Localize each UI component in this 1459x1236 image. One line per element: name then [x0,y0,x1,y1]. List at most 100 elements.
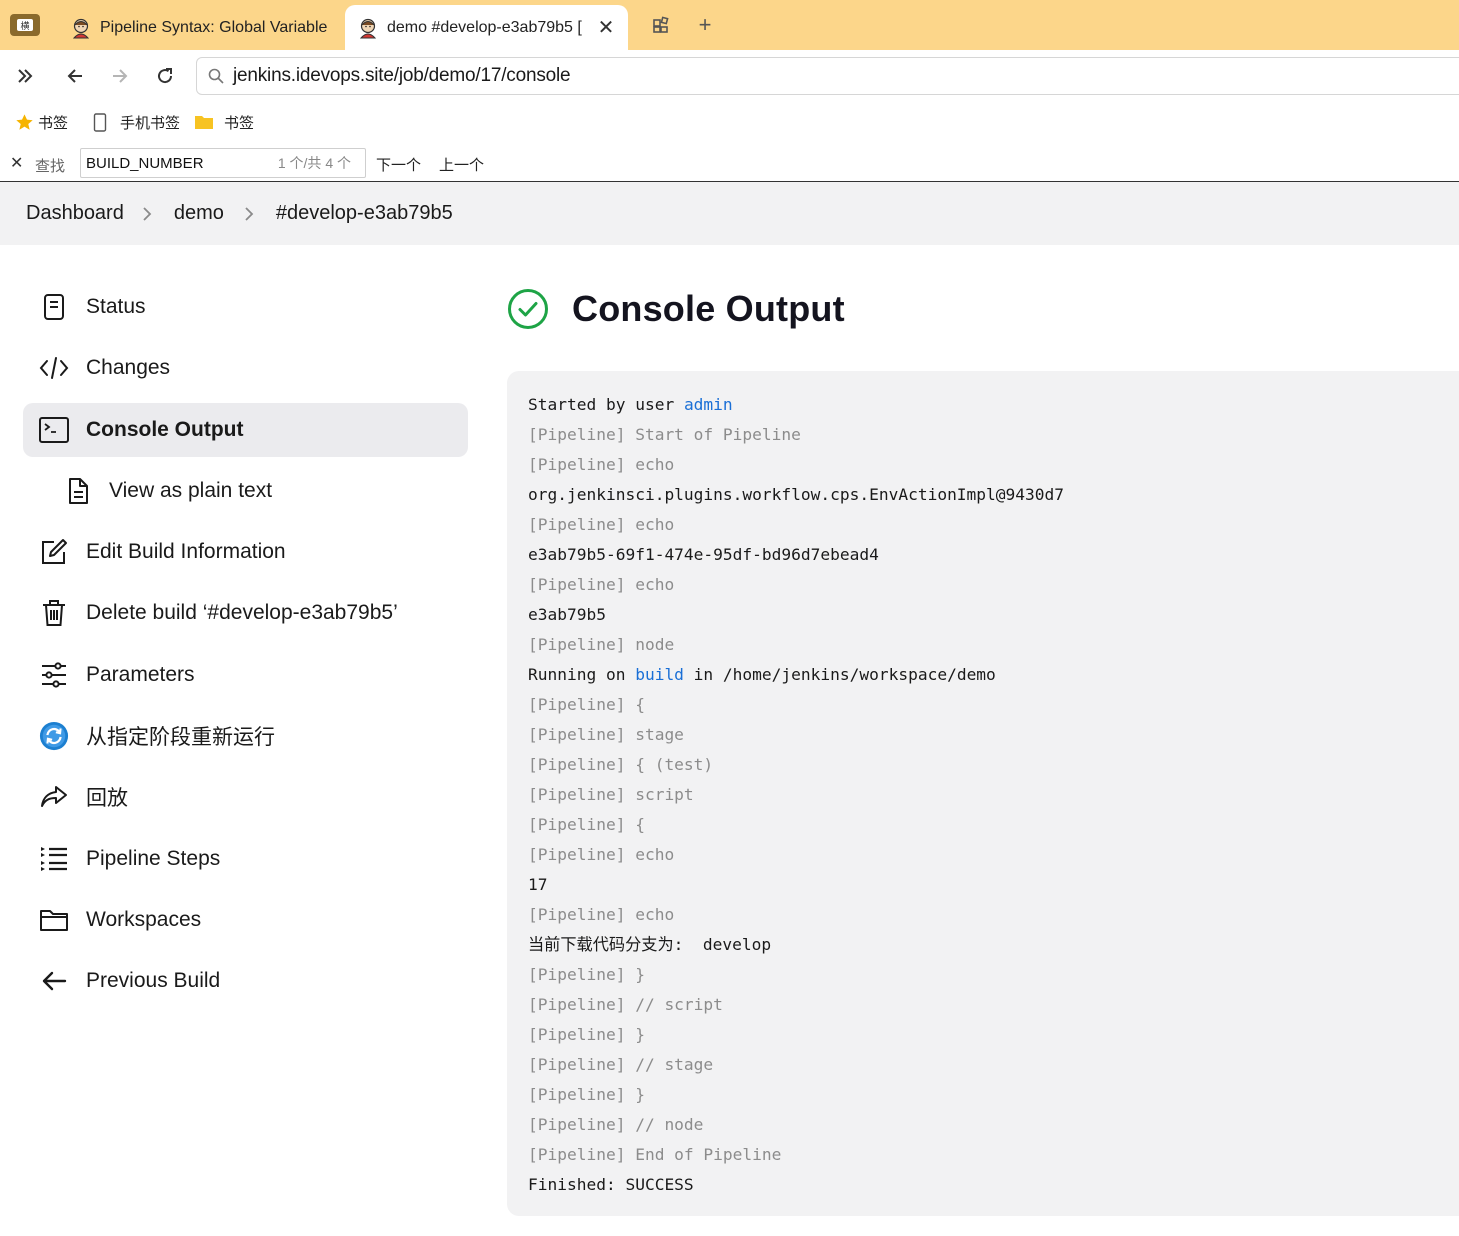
sidebar-item-parameters[interactable]: Parameters [23,648,468,702]
bookmark-item[interactable]: 书签 [14,112,68,133]
console-line: [Pipeline] echo [528,900,1459,930]
sidebar-item-label: Edit Build Information [86,540,286,564]
sidebar-item-label: Console Output [86,417,244,441]
console-text: 当前下载代码分支为: develop [528,935,772,954]
back-arrow-icon[interactable] [59,60,91,92]
address-bar[interactable]: jenkins.idevops.site/job/demo/17/console [196,57,1459,95]
code-icon [39,353,69,383]
console-line: [Pipeline] { [528,690,1459,720]
sidebar-item-label: Workspaces [86,907,202,931]
console-text: [Pipeline] echo [528,905,675,924]
console-line: [Pipeline] // stage [528,1050,1459,1080]
console-link[interactable]: admin [684,395,733,414]
find-next-button[interactable]: 下一个 [376,154,421,175]
breadcrumb-dashboard[interactable]: Dashboard [26,202,124,225]
console-text: [Pipeline] // stage [528,1055,714,1074]
close-tab-icon[interactable]: ✕ [594,15,618,40]
forward-arrow-icon[interactable] [104,60,136,92]
console-text: [Pipeline] { (test) [528,755,714,774]
console-text: [Pipeline] Start of Pipeline [528,425,801,444]
sidebar: Status Changes Console Output View as pl… [23,280,468,1016]
console-line: [Pipeline] node [528,630,1459,660]
sliders-icon [39,660,69,690]
console-text: Running on [528,665,636,684]
sidebar-item-status[interactable]: Status [23,280,468,334]
console-line: [Pipeline] echo [528,840,1459,870]
console-output: Started by user admin [Pipeline] Start of… [507,371,1459,1216]
star-icon [14,112,34,132]
console-line: [Pipeline] Start of Pipeline [528,420,1459,450]
console-line: e3ab79b5-69f1-474e-95df-bd96d7ebead4 [528,540,1459,570]
console-line: Started by user admin [528,390,1459,420]
steps-icon [39,844,69,874]
find-label: 查找 [35,158,66,175]
tab-bar: 横 Pipeline Syntax: Global Variable demo … [0,0,1459,50]
breadcrumb-build[interactable]: #develop-e3ab79b5 [276,202,453,225]
sidebar-item-edit-build-info[interactable]: Edit Build Information [23,525,468,579]
console-line: [Pipeline] echo [528,570,1459,600]
console-text: [Pipeline] } [528,965,645,984]
console-text: [Pipeline] node [528,635,675,654]
sidebar-toggle-button[interactable]: 横 [10,14,40,36]
search-icon [208,68,224,84]
console-text: [Pipeline] { [528,695,645,714]
tab-console-output[interactable]: demo #develop-e3ab79b5 [ ✕ [345,5,628,50]
new-tab-button[interactable]: + [692,12,718,38]
find-query: BUILD_NUMBER [86,154,204,172]
console-line: [Pipeline] script [528,780,1459,810]
console-line: Running on build in /home/jenkins/worksp… [528,660,1459,690]
sidebar-item-label: Changes [86,356,171,380]
bookmark-label: 书签 [224,114,255,132]
console-text: [Pipeline] echo [528,575,675,594]
console-text: in /home/jenkins/workspace/demo [683,665,996,684]
bookmarks-bar: 书签 手机书签 书签 [0,102,1459,142]
console-text: org.jenkinsci.plugins.workflow.cps.EnvAc… [528,485,1065,504]
url-text: jenkins.idevops.site/job/demo/17/console [233,65,571,86]
find-bar: ✕ 查找 BUILD_NUMBER 1 个/共 4 个 下一个 上一个 [0,142,1459,182]
find-prev-button[interactable]: 上一个 [439,154,484,175]
success-check-icon [508,289,548,329]
sidebar-item-label: 回放 [86,787,128,811]
bookmark-label: 手机书签 [120,114,181,132]
bookmark-item[interactable]: 手机书签 [90,112,180,133]
find-match-count: 1 个/共 4 个 [277,155,351,171]
sidebar-item-console-output[interactable]: Console Output [23,402,468,457]
sidebar-item-label: View as plain text [109,478,273,502]
console-text: e3ab79b5 [528,605,606,624]
console-link[interactable]: build [635,665,684,684]
sidebar-item-plain-text[interactable]: View as plain text [23,464,468,518]
sidebar-item-pipeline-steps[interactable]: Pipeline Steps [23,832,468,886]
close-find-icon[interactable]: ✕ [10,153,23,173]
sidebar-item-label: Previous Build [86,969,221,993]
document-icon [63,476,93,506]
console-line: e3ab79b5 [528,600,1459,630]
arrow-left-icon [39,966,69,996]
console-line: [Pipeline] stage [528,720,1459,750]
page-title: Console Output [572,288,845,329]
phone-icon [90,112,110,132]
sidebar-item-workspaces[interactable]: Workspaces [23,893,468,947]
sidebar-item-restart-from-stage[interactable]: 从指定阶段重新运行 [23,709,468,763]
bookmark-item[interactable]: 书签 [194,112,254,133]
console-text: [Pipeline] End of Pipeline [528,1145,782,1164]
console-line: [Pipeline] End of Pipeline [528,1140,1459,1170]
sidebar-item-delete-build[interactable]: Delete build ‘#develop-e3ab79b5’ [23,586,468,640]
chevrons-right-icon[interactable] [9,60,41,92]
tab-pipeline-syntax[interactable]: Pipeline Syntax: Global Variable [58,5,340,50]
reload-icon[interactable] [149,60,181,92]
sidebar-toggle-label: 横 [17,19,33,32]
trash-icon [39,598,69,628]
sidebar-item-label: Pipeline Steps [86,846,221,870]
sidebar-item-replay[interactable]: 回放 [23,770,468,824]
extensions-icon[interactable] [648,12,674,38]
find-input[interactable]: BUILD_NUMBER 1 个/共 4 个 [80,148,366,178]
console-text: [Pipeline] echo [528,515,675,534]
console-line: 17 [528,870,1459,900]
sidebar-item-previous-build[interactable]: Previous Build [23,954,468,1008]
console-line: org.jenkinsci.plugins.workflow.cps.EnvAc… [528,480,1459,510]
breadcrumb-demo[interactable]: demo [174,202,224,225]
console-line: 当前下载代码分支为: develop [528,930,1459,960]
sidebar-item-changes[interactable]: Changes [23,341,468,395]
console-text: e3ab79b5-69f1-474e-95df-bd96d7ebead4 [528,545,879,564]
console-text: [Pipeline] echo [528,845,675,864]
